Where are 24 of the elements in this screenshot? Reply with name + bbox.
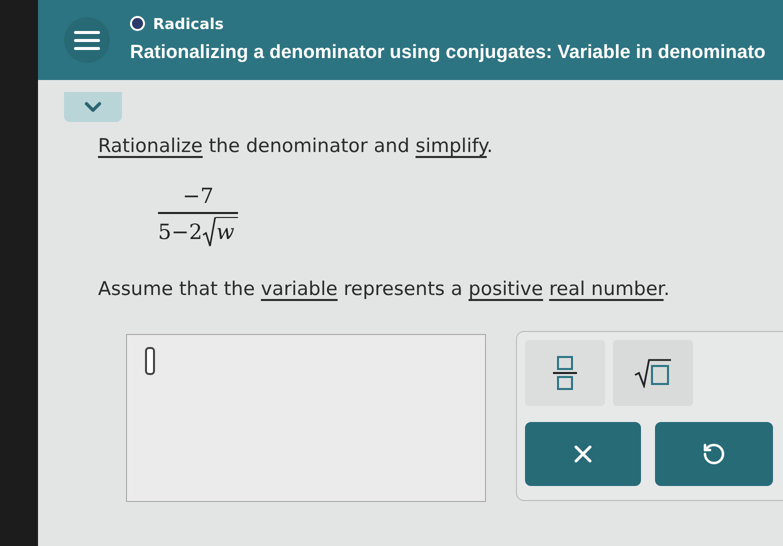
numerator: −7	[182, 182, 215, 210]
undo-button[interactable]	[655, 422, 773, 486]
radicand: w	[216, 217, 238, 246]
instruction-text: Rationalize the denominator and simplify.	[98, 134, 494, 159]
glossary-link[interactable]: real number	[549, 278, 664, 300]
fraction-icon	[552, 354, 578, 390]
topic-label: Radicals	[153, 14, 224, 34]
undo-icon	[702, 442, 726, 466]
square-root-icon	[634, 358, 672, 388]
glossary-link[interactable]: variable	[260, 278, 338, 300]
glossary-link[interactable]: simplify	[416, 135, 487, 157]
radical-sign-icon	[202, 217, 216, 247]
answer-input-field[interactable]	[126, 334, 486, 502]
lesson-title: Rationalizing a denominator using conjugates: Variable in denominato	[130, 41, 766, 65]
assumption-text: Assume that the variable represents a positive real number.	[98, 277, 671, 302]
fraction-button[interactable]	[525, 340, 605, 406]
glossary-link[interactable]: Rationalize	[98, 135, 203, 157]
glossary-link[interactable]: positive	[468, 278, 544, 300]
menu-icon[interactable]	[64, 17, 110, 63]
square-root-button[interactable]	[613, 340, 693, 406]
denominator-term: 5−2	[158, 219, 202, 246]
collapse-button[interactable]	[64, 92, 122, 122]
cursor-icon	[145, 346, 155, 374]
clear-button[interactable]	[525, 422, 641, 486]
